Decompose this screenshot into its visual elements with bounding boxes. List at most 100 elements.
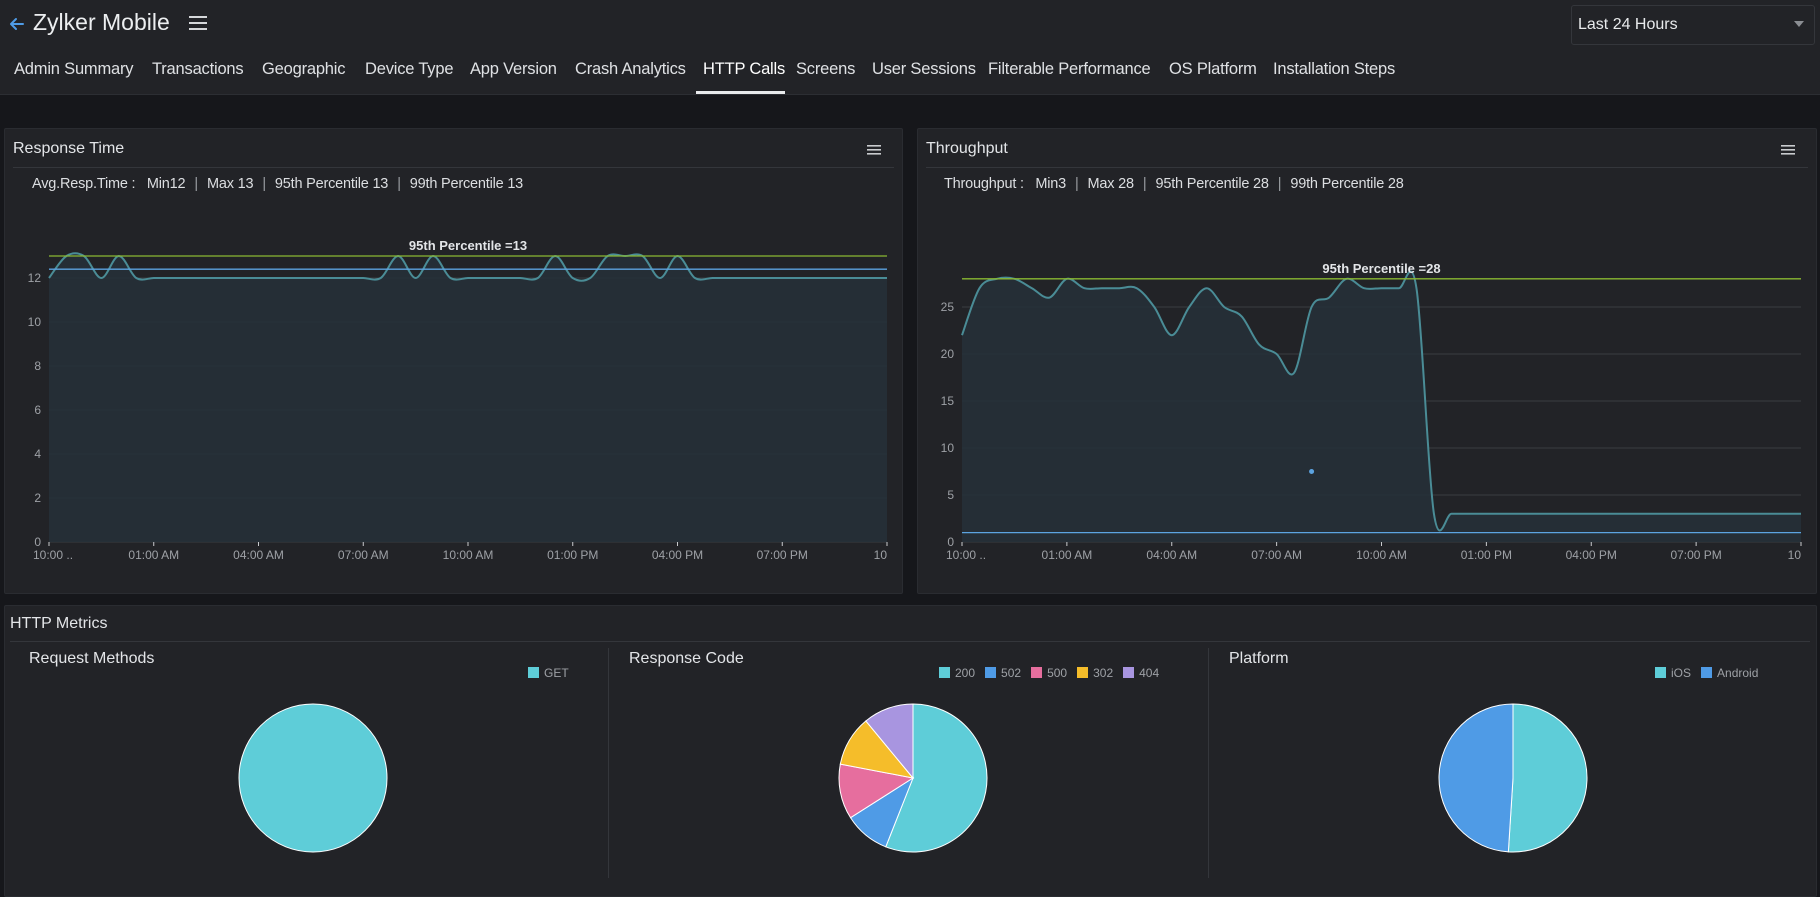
x-tick-label: 07:00 AM [1251, 548, 1302, 562]
legend-label: 500 [1047, 666, 1068, 680]
legend-item[interactable]: 302 [1077, 666, 1113, 680]
series-area [49, 253, 887, 542]
app-title: Zylker Mobile [33, 9, 170, 35]
tab-screens[interactable]: Screens [796, 60, 855, 79]
legend-swatch [1123, 667, 1135, 678]
legend-item[interactable]: 200 [939, 666, 975, 680]
x-tick-label: 04:00 PM [1566, 548, 1617, 562]
y-tick-label: 8 [34, 359, 41, 373]
tab-user-sessions[interactable]: User Sessions [872, 60, 976, 79]
pie-slice [1438, 703, 1514, 853]
y-tick-label: 15 [941, 394, 955, 408]
x-tick-label: 10:00 AM [1356, 548, 1407, 562]
request-methods-title: Request Methods [29, 650, 155, 667]
throughput-panel: Throughput Throughput : Min3 | Max 28 | 95th… [917, 128, 1817, 594]
back-arrow-icon[interactable] [6, 13, 28, 35]
divider [10, 641, 1810, 642]
legend-item[interactable]: 500 [1031, 666, 1067, 680]
series-line [48, 252, 887, 282]
x-tick-label: 10:00 .. [33, 548, 73, 562]
y-tick-label: 2 [34, 491, 41, 505]
legend-label: GET [544, 666, 569, 680]
divider [1208, 648, 1209, 878]
legend-label: Android [1717, 666, 1759, 680]
legend-label: 302 [1093, 666, 1114, 680]
x-tick-label: 10 [1788, 548, 1802, 562]
tab-transactions[interactable]: Transactions [152, 60, 244, 79]
legend-item[interactable]: GET [528, 666, 569, 680]
y-tick-label: 10 [28, 315, 42, 329]
legend-item[interactable]: iOS [1655, 666, 1691, 680]
tab-os-platform[interactable]: OS Platform [1169, 60, 1257, 79]
x-tick-label: 01:00 AM [1042, 548, 1093, 562]
top-bar: Zylker Mobile Last 24 Hours Admin Summar… [0, 0, 1820, 95]
response-code-title: Response Code [629, 650, 744, 667]
legend-swatch [1701, 667, 1713, 678]
response-time-title: Response Time [13, 140, 125, 157]
throughput-title: Throughput [926, 140, 1008, 157]
tab-app-version[interactable]: App Version [470, 60, 557, 79]
legend-label: 404 [1139, 666, 1160, 680]
response-code-legend: 200 502 500 302 404 [929, 666, 1159, 680]
y-tick-label: 6 [34, 403, 41, 417]
divider [926, 167, 1808, 168]
platform-legend: iOS Android [1645, 666, 1758, 680]
http-metrics-panel: HTTP Metrics Request Methods GET Respons… [4, 605, 1817, 897]
platform-pie [1438, 703, 1588, 853]
request-methods-legend: GET [518, 666, 569, 680]
response-code-pie [838, 703, 988, 853]
time-range-value: Last 24 Hours [1578, 16, 1678, 33]
tab-installation-steps[interactable]: Installation Steps [1273, 60, 1395, 79]
response-time-chart: 0 2 4 6 8 10 12 10:00 .. 01:00 AM 04:00 AM 07:00 A… [28, 238, 888, 562]
y-tick-label: 0 [34, 535, 41, 549]
x-tick-label: 10:00 .. [946, 548, 986, 562]
tab-admin-summary[interactable]: Admin Summary [14, 60, 134, 79]
legend-swatch [528, 667, 539, 678]
legend-swatch [1655, 667, 1666, 678]
time-range-select[interactable]: Last 24 Hours [1571, 5, 1815, 45]
data-point [1309, 469, 1315, 474]
legend-label: 502 [1001, 666, 1022, 680]
percentile-label: 95th Percentile =13 [409, 238, 527, 253]
y-tick-label: 25 [941, 300, 955, 314]
response-time-panel: Response Time Avg.Resp.Time : Min12 | Max … [4, 128, 903, 594]
x-tick-label: 01:00 PM [547, 548, 598, 562]
x-tick-label: 04:00 AM [1146, 548, 1197, 562]
tab-crash-analytics[interactable]: Crash Analytics [575, 60, 686, 79]
y-tick-label: 20 [941, 347, 955, 361]
legend-swatch [1077, 667, 1089, 678]
y-tick-label: 0 [947, 535, 954, 549]
panel-menu-icon[interactable] [866, 143, 882, 157]
percentile-label: 95th Percentile =28 [1322, 261, 1440, 276]
legend-item[interactable]: Android [1701, 666, 1758, 680]
tab-http-calls[interactable]: HTTP Calls [703, 60, 785, 79]
pie-slice [1507, 703, 1588, 853]
y-tick-label: 5 [947, 488, 954, 502]
legend-item[interactable]: 404 [1123, 666, 1159, 680]
y-tick-label: 4 [34, 447, 41, 461]
legend-swatch [1031, 667, 1043, 678]
throughput-chart: 0 5 10 15 20 25 10:00 .. 01:00 AM 04:00 AM 07:00 … [941, 261, 1802, 562]
legend-label: 200 [955, 666, 976, 680]
chevron-down-icon [1794, 21, 1804, 27]
divider [608, 648, 609, 878]
tab-geographic[interactable]: Geographic [262, 60, 346, 79]
pie-slice [238, 703, 388, 853]
y-tick-label: 12 [28, 271, 42, 285]
x-tick-label: 07:00 PM [1670, 548, 1721, 562]
x-tick-label: 10:00 AM [443, 548, 494, 562]
x-tick-label: 04:00 AM [233, 548, 284, 562]
platform-title: Platform [1229, 650, 1289, 667]
tab-device-type[interactable]: Device Type [365, 60, 453, 79]
x-tick-label: 10 [874, 548, 888, 562]
hamburger-menu-icon[interactable] [188, 13, 208, 33]
legend-swatch [939, 667, 950, 678]
y-tick-label: 10 [941, 441, 955, 455]
active-tab-indicator [696, 91, 785, 94]
legend-swatch [985, 667, 997, 678]
x-tick-label: 01:00 PM [1461, 548, 1512, 562]
panel-menu-icon[interactable] [1780, 143, 1796, 157]
tab-filterable-performance[interactable]: Filterable Performance [988, 60, 1151, 79]
legend-item[interactable]: 502 [985, 666, 1021, 680]
x-tick-label: 07:00 PM [757, 548, 808, 562]
